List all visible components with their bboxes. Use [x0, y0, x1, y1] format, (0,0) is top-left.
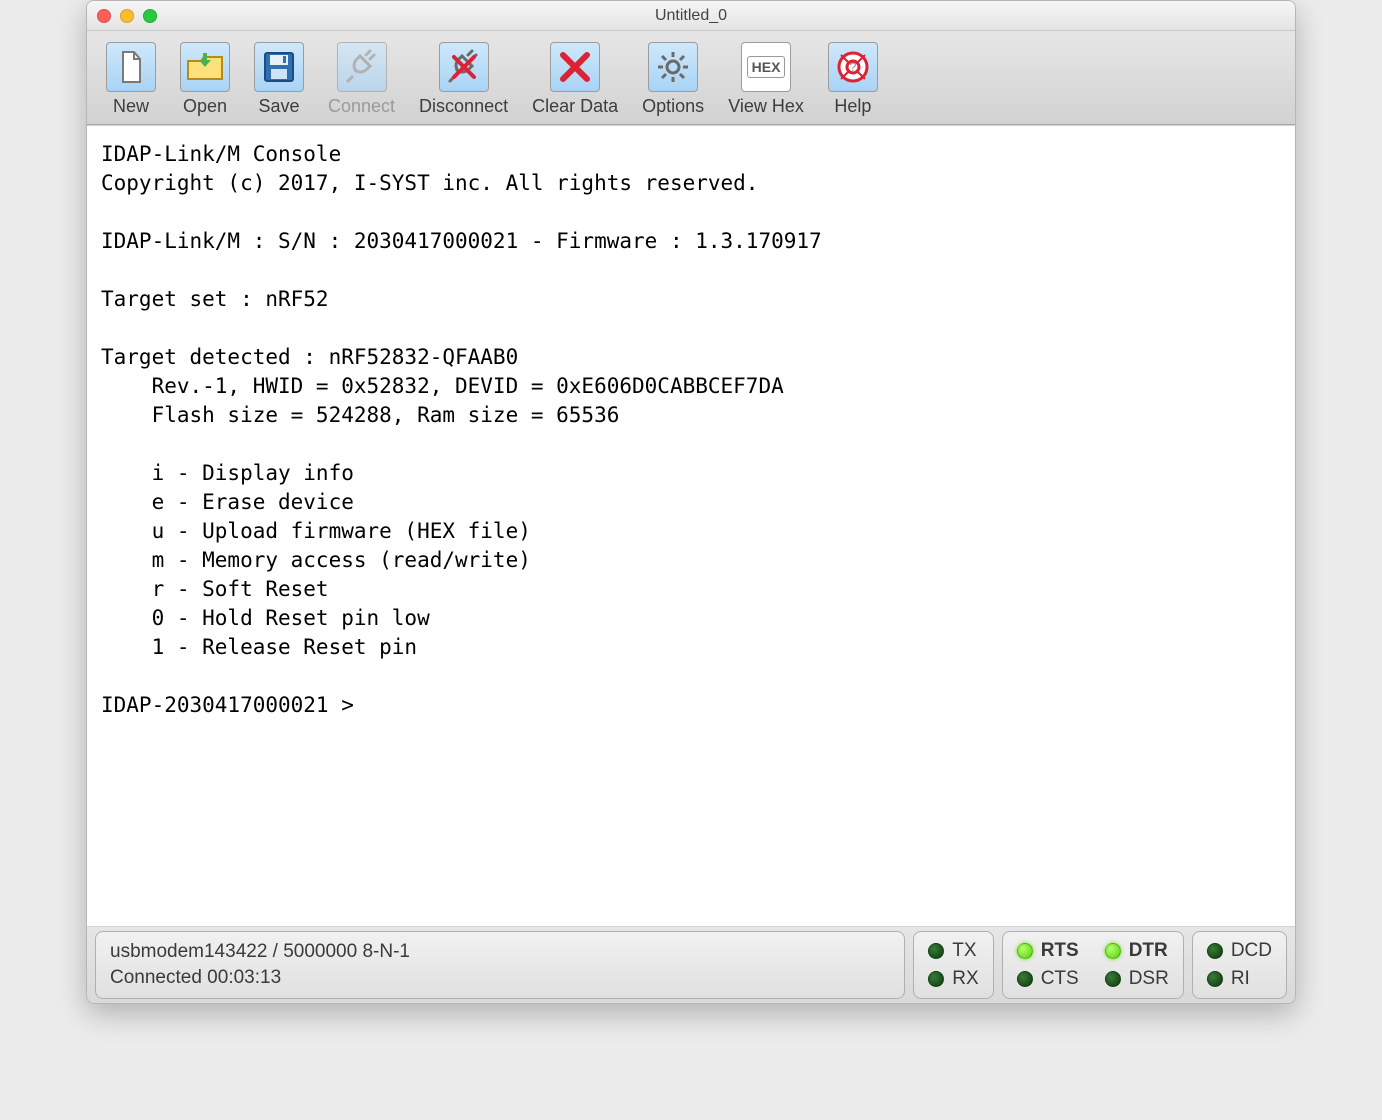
- connect-button: Connect: [323, 37, 400, 120]
- led-dcd-label: DCD: [1231, 940, 1272, 962]
- console-output[interactable]: IDAP-Link/M Console Copyright (c) 2017, …: [87, 125, 1295, 927]
- clear-data-button[interactable]: Clear Data: [527, 37, 623, 120]
- save-floppy-icon: [254, 42, 304, 92]
- plug-disconnect-icon: [439, 42, 489, 92]
- hex-badge-icon: HEX: [741, 42, 791, 92]
- led-tx-label: TX: [952, 940, 976, 962]
- led-ri-dot: [1207, 971, 1223, 987]
- led-rts-dot: [1017, 943, 1033, 959]
- open-folder-icon: [180, 42, 230, 92]
- led-cts: CTS: [1017, 968, 1079, 990]
- led-dsr: DSR: [1105, 968, 1169, 990]
- clear-data-button-label: Clear Data: [532, 96, 618, 117]
- led-dtr-label: DTR: [1129, 940, 1168, 962]
- window-close-button[interactable]: [97, 9, 111, 23]
- save-button[interactable]: Save: [249, 37, 309, 120]
- led-dsr-label: DSR: [1129, 968, 1169, 990]
- plug-connect-icon: [337, 42, 387, 92]
- status-port-line: usbmodem143422 / 5000000 8-N-1: [110, 941, 410, 963]
- options-button-label: Options: [642, 96, 704, 117]
- led-cts-label: CTS: [1041, 968, 1079, 990]
- led-dcd-dot: [1207, 943, 1223, 959]
- led-dsr-dot: [1105, 971, 1121, 987]
- connect-button-label: Connect: [328, 96, 395, 117]
- open-button-label: Open: [183, 96, 227, 117]
- led-tx: TX: [928, 940, 978, 962]
- window-zoom-button[interactable]: [143, 9, 157, 23]
- titlebar: Untitled_0: [87, 1, 1295, 31]
- open-button[interactable]: Open: [175, 37, 235, 120]
- help-button-label: Help: [834, 96, 871, 117]
- status-connection-panel: usbmodem143422 / 5000000 8-N-1 Connected…: [95, 931, 905, 999]
- led-tx-dot: [928, 943, 944, 959]
- view-hex-button-label: View Hex: [728, 96, 804, 117]
- hex-badge-text: HEX: [747, 56, 786, 78]
- status-connected-line: Connected 00:03:13: [110, 967, 281, 989]
- disconnect-button-label: Disconnect: [419, 96, 508, 117]
- new-button[interactable]: New: [101, 37, 161, 120]
- status-bar: usbmodem143422 / 5000000 8-N-1 Connected…: [87, 927, 1295, 1003]
- new-button-label: New: [113, 96, 149, 117]
- status-txrx-panel: TX RX: [913, 931, 993, 999]
- led-rts[interactable]: RTS: [1017, 940, 1079, 962]
- led-cts-dot: [1017, 971, 1033, 987]
- gear-icon: [648, 42, 698, 92]
- led-ri-label: RI: [1231, 968, 1250, 990]
- led-dcd: DCD: [1207, 940, 1272, 962]
- status-flowcontrol-panel: RTS DTR CTS DSR: [1002, 931, 1184, 999]
- disconnect-button[interactable]: Disconnect: [414, 37, 513, 120]
- status-modemlines-panel: DCD RI: [1192, 931, 1287, 999]
- led-rx: RX: [928, 968, 978, 990]
- led-dtr[interactable]: DTR: [1105, 940, 1169, 962]
- led-dtr-dot: [1105, 943, 1121, 959]
- led-ri: RI: [1207, 968, 1272, 990]
- led-rts-label: RTS: [1041, 940, 1079, 962]
- window-title: Untitled_0: [87, 7, 1295, 25]
- view-hex-button[interactable]: HEX View Hex: [723, 37, 809, 120]
- options-button[interactable]: Options: [637, 37, 709, 120]
- app-window: Untitled_0 New Open Save Connect: [86, 0, 1296, 1004]
- window-minimize-button[interactable]: [120, 9, 134, 23]
- svg-text:?: ?: [850, 60, 857, 74]
- traffic-lights: [97, 9, 157, 23]
- led-rx-dot: [928, 971, 944, 987]
- help-lifebuoy-icon: ?: [828, 42, 878, 92]
- toolbar: New Open Save Connect Disconnect: [87, 31, 1295, 125]
- save-button-label: Save: [258, 96, 299, 117]
- help-button[interactable]: ? Help: [823, 37, 883, 120]
- led-rx-label: RX: [952, 968, 978, 990]
- clear-x-icon: [550, 42, 600, 92]
- new-file-icon: [106, 42, 156, 92]
